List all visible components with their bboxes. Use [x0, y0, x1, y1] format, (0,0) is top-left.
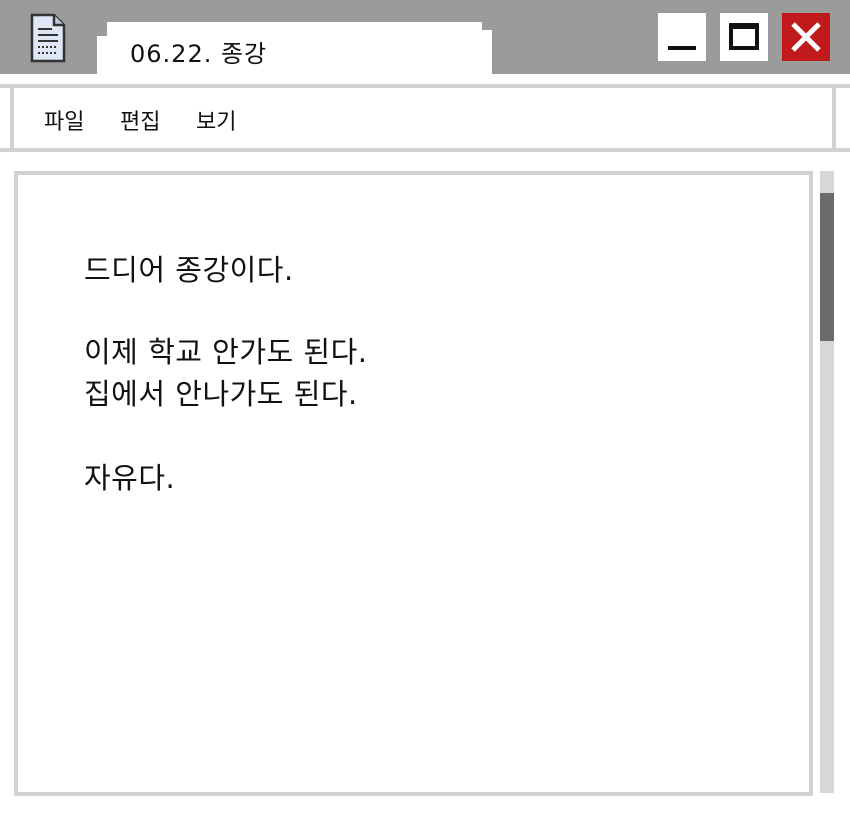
maximize-icon: [729, 23, 759, 50]
minimize-icon: [668, 46, 696, 50]
title-bar: 06.22. 종강: [0, 0, 850, 74]
maximize-button[interactable]: [720, 13, 768, 61]
menu-edit[interactable]: 편집: [120, 104, 160, 136]
text-line: 집에서 안나가도 된다.: [84, 377, 358, 411]
notepad-document-icon: [30, 13, 66, 63]
close-icon: [791, 22, 821, 52]
close-button[interactable]: [782, 13, 830, 61]
scrollbar-thumb[interactable]: [820, 193, 834, 341]
document-tab[interactable]: 06.22. 종강: [97, 22, 492, 74]
window-title: 06.22. 종강: [130, 40, 268, 68]
text-line: 이제 학교 안가도 된다.: [84, 335, 368, 369]
text-line: 드디어 종강이다.: [84, 253, 294, 287]
vertical-scrollbar[interactable]: [820, 171, 834, 793]
minimize-button[interactable]: [658, 13, 706, 61]
menu-bar-inner: 파일 편집 보기: [10, 88, 836, 148]
menu-bar: 파일 편집 보기: [0, 84, 850, 152]
menu-file[interactable]: 파일: [44, 104, 84, 136]
text-line: 자유다.: [84, 461, 176, 495]
text-editor-area[interactable]: 드디어 종강이다. 이제 학교 안가도 된다. 집에서 안나가도 된다. 자유다…: [14, 171, 813, 796]
menu-view[interactable]: 보기: [196, 104, 236, 136]
